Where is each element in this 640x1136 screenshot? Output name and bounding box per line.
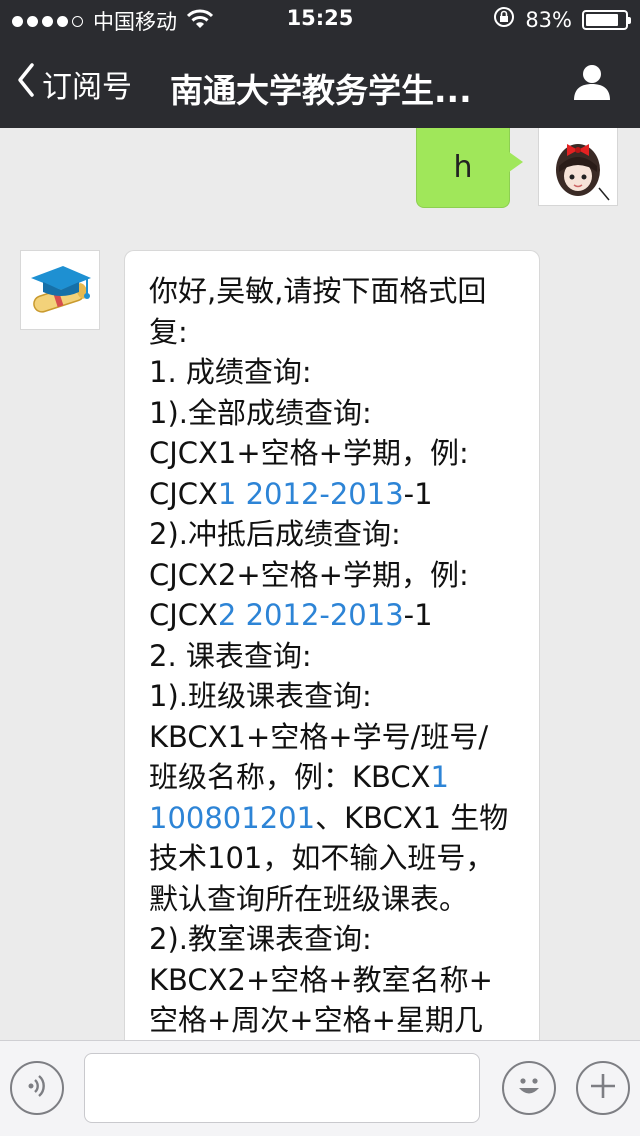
bubble-pointer (125, 274, 141, 307)
more-button[interactable] (576, 1061, 630, 1115)
message-text-segment: KBCX2+空格+教室名称+ (149, 962, 493, 997)
bot-message-text: 你好,吴敏,请按下面格式回 复: 1. 成绩查询: 1).全部成绩查询: CJCX1+空… (149, 271, 527, 1040)
message-line: 1).全部成绩查询: (149, 393, 527, 434)
message-link[interactable]: 2 2012-2013 (218, 598, 404, 632)
message-line: 空格+周次+空格+星期几 (149, 1000, 527, 1040)
battery-icon (582, 9, 631, 30)
status-bar: 中国移动 15:25 83% (0, 0, 640, 40)
nav-bar: 订阅号 南通大学教务学生... (0, 40, 640, 128)
message-text-segment: 技术101，如不输入班号， (149, 841, 495, 875)
message-text-segment: 空格+周次+空格+星期几 (149, 1003, 483, 1037)
message-link[interactable]: 100801201 (149, 801, 315, 835)
message-line: 1).班级课表查询: (149, 676, 527, 717)
voice-toggle-button[interactable] (10, 1061, 64, 1115)
person-icon (572, 65, 612, 106)
battery-percent: 83% (525, 7, 572, 32)
message-input[interactable] (84, 1053, 480, 1123)
message-text-segment: 你好,吴敏,请按下面格式回 (149, 274, 487, 308)
input-bar (0, 1040, 640, 1136)
user-message-bubble[interactable]: h (416, 128, 523, 208)
message-line: CJCX2+空格+学期，例: (149, 555, 527, 596)
chevron-left-icon (16, 62, 36, 106)
message-text-segment: -1 (403, 598, 433, 632)
message-text-segment: 默认查询所在班级课表。 (149, 881, 469, 916)
message-line: 复: (149, 312, 527, 353)
message-line: CJCX2 2012-2013-1 (149, 595, 527, 636)
message-text-segment: 班级名称，例：KBCX (149, 760, 431, 794)
plus-icon (588, 1071, 618, 1105)
top-bar: 中国移动 15:25 83% 订阅号 南通大学教务学生... (0, 0, 640, 128)
message-line: 2).冲抵后成绩查询: (149, 514, 527, 555)
user-message-text: h (453, 150, 473, 185)
message-text-segment: CJCX2+空格+学期，例: (149, 557, 469, 592)
message-link[interactable]: 1 (431, 760, 449, 794)
message-line: KBCX1+空格+学号/班号/ (149, 717, 527, 758)
message-text-segment: CJCX (149, 598, 218, 632)
message-text-segment: 1. 成绩查询: (149, 355, 312, 389)
message-link[interactable]: 1 2012-2013 (218, 477, 404, 511)
message-text-segment: 复: (149, 314, 188, 349)
message-text-segment: 2).教室课表查询: (149, 922, 372, 956)
emoji-button[interactable] (502, 1061, 556, 1115)
message-text-segment: 1).班级课表查询: (149, 679, 372, 713)
rotation-lock-icon (493, 6, 515, 33)
message-line: 1. 成绩查询: (149, 352, 527, 393)
user-message: h (416, 128, 618, 208)
message-line: 技术101，如不输入班号， (149, 838, 527, 879)
message-text-segment: CJCX1+空格+学期，例: (149, 436, 469, 470)
message-text-segment: 2. 课表查询: (149, 638, 312, 673)
message-text-segment: 1).全部成绩查询: (149, 395, 372, 430)
message-line: 班级名称，例：KBCX1 (149, 757, 527, 798)
back-label: 订阅号 (42, 70, 132, 105)
message-line: 默认查询所在班级课表。 (149, 879, 527, 920)
message-text-segment: CJCX (149, 476, 218, 511)
profile-button[interactable] (572, 62, 612, 106)
message-line: 你好,吴敏,请按下面格式回 (149, 271, 527, 312)
battery-fill (586, 13, 618, 26)
account-avatar[interactable] (20, 250, 100, 330)
bot-message-bubble[interactable]: 你好,吴敏,请按下面格式回 复: 1. 成绩查询: 1).全部成绩查询: CJCX1+空… (124, 250, 540, 1040)
message-text-segment: 2).冲抵后成绩查询: (149, 517, 401, 551)
message-line: CJCX1+空格+学期，例: (149, 433, 527, 474)
message-line: CJCX1 2012-2013-1 (149, 474, 527, 515)
status-right: 83% (493, 6, 631, 33)
message-line: 2).教室课表查询: (149, 919, 527, 960)
page-title: 南通大学教务学生... (170, 71, 472, 110)
message-line: KBCX2+空格+教室名称+ (149, 960, 527, 1001)
message-text-segment: -1 (403, 476, 433, 511)
message-line: 100801201、KBCX1 生物 (149, 798, 527, 839)
voice-icon (22, 1071, 52, 1105)
message-text-segment: KBCX1+空格+学号/班号/ (149, 719, 489, 754)
user-avatar[interactable] (538, 128, 618, 206)
emoji-icon (512, 1069, 546, 1107)
message-text-segment: 、KBCX1 生物 (315, 800, 509, 835)
message-line: 2. 课表查询: (149, 636, 527, 677)
bot-message: 你好,吴敏,请按下面格式回 复: 1. 成绩查询: 1).全部成绩查询: CJCX1+空… (20, 250, 540, 1040)
back-button[interactable]: 订阅号 (16, 62, 132, 106)
